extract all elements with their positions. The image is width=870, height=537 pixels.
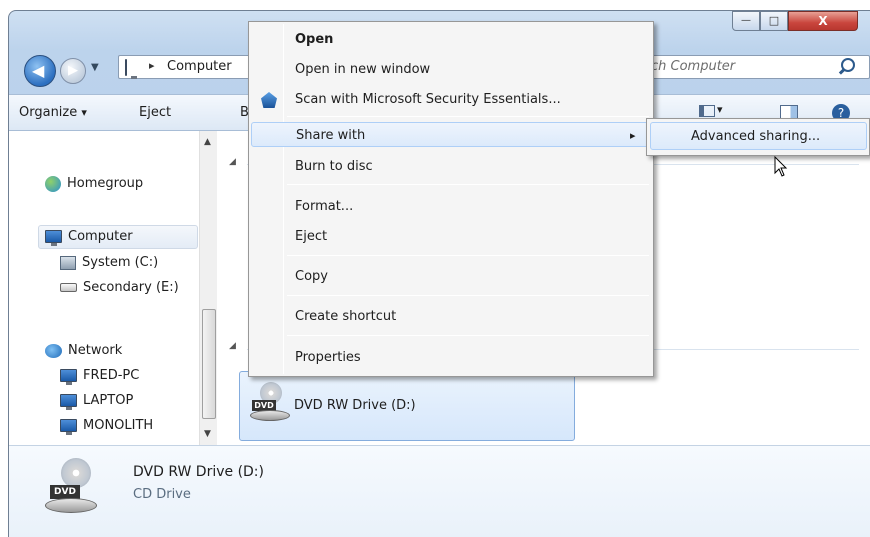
breadcrumb-computer[interactable]: Computer <box>167 59 232 74</box>
network-icon <box>45 343 62 358</box>
homegroup-icon <box>45 175 61 192</box>
view-options-icon[interactable] <box>699 105 715 117</box>
context-menu: Open Open in new window Scan with Micros… <box>248 21 654 377</box>
menu-item-label: Scan with Microsoft Security Essentials.… <box>295 92 561 107</box>
system-drive-icon <box>60 255 76 270</box>
menu-separator <box>287 255 649 256</box>
menu-item-advanced-sharing[interactable]: Advanced sharing... <box>650 122 867 150</box>
nav-label: Homegroup <box>67 176 144 191</box>
group-collapse-icon[interactable]: ◢ <box>229 157 236 167</box>
nav-item-secondary-e[interactable]: Secondary (E:) <box>60 277 179 299</box>
computer-icon <box>60 394 77 410</box>
drive-tile-dvd[interactable]: DVD DVD RW Drive (D:) <box>239 371 575 441</box>
computer-icon <box>125 59 127 76</box>
hard-drive-icon <box>60 283 77 292</box>
nav-item-computer[interactable]: Computer <box>45 226 133 248</box>
dvd-badge: DVD <box>50 485 80 499</box>
back-button[interactable]: ◀ <box>24 55 56 87</box>
nav-label: System (C:) <box>82 255 159 270</box>
forward-button[interactable]: ▶ <box>60 58 86 84</box>
computer-icon <box>60 419 77 435</box>
dvd-drive-icon: DVD <box>250 382 290 422</box>
menu-separator <box>287 184 649 185</box>
recent-pages-chevron-icon[interactable]: ▼ <box>91 61 103 75</box>
menu-item-copy[interactable]: Copy <box>251 264 651 289</box>
menu-item-format[interactable]: Format... <box>251 194 651 219</box>
menu-separator <box>287 116 649 117</box>
minimize-button[interactable]: — <box>732 11 760 31</box>
share-with-submenu: Advanced sharing... <box>646 118 870 156</box>
menu-item-open-new-window[interactable]: Open in new window <box>251 57 651 82</box>
details-type: CD Drive <box>133 487 191 502</box>
nav-item-network[interactable]: Network <box>45 340 122 362</box>
nav-item-laptop[interactable]: LAPTOP <box>60 390 133 412</box>
nav-label: Computer <box>68 229 133 244</box>
search-box[interactable]: ch Computer <box>620 55 870 79</box>
preview-pane-icon[interactable] <box>780 105 798 119</box>
nav-item-homegroup[interactable]: Homegroup <box>45 173 143 195</box>
nav-scrollbar[interactable]: ▲ ▼ <box>199 131 217 445</box>
computer-icon <box>60 369 77 385</box>
search-input[interactable]: ch Computer <box>651 59 735 74</box>
submenu-arrow-icon: ▸ <box>630 129 636 142</box>
drive-tile-label: DVD RW Drive (D:) <box>294 398 416 413</box>
mouse-cursor-icon <box>774 156 788 177</box>
menu-item-properties[interactable]: Properties <box>251 345 651 370</box>
navigation-pane: Homegroup Computer System (C:) Secondary… <box>9 131 217 445</box>
breadcrumb-separator-icon: ▸ <box>149 59 155 72</box>
nav-label: MONOLITH <box>83 418 154 433</box>
scrollbar-thumb[interactable] <box>202 309 216 419</box>
nav-item-monolith[interactable]: MONOLITH <box>60 415 153 437</box>
chevron-down-icon: ▾ <box>81 106 87 119</box>
back-arrow-icon: ◀ <box>32 61 45 80</box>
nav-label: FRED-PC <box>83 368 140 383</box>
security-essentials-icon <box>261 92 277 108</box>
organize-button[interactable]: Organize ▾ <box>19 105 87 120</box>
nav-label: Network <box>68 343 123 358</box>
forward-arrow-icon: ▶ <box>68 63 78 78</box>
nav-label: Secondary (E:) <box>83 280 179 295</box>
nav-label: LAPTOP <box>83 393 134 408</box>
scroll-down-icon[interactable]: ▼ <box>204 429 211 439</box>
details-pane: DVD DVD RW Drive (D:) CD Drive <box>9 445 870 537</box>
organize-label: Organize <box>19 105 78 120</box>
menu-item-open[interactable]: Open <box>251 27 651 52</box>
search-icon-handle <box>838 68 846 75</box>
nav-item-fred-pc[interactable]: FRED-PC <box>60 365 139 387</box>
menu-item-eject[interactable]: Eject <box>251 224 651 249</box>
menu-item-burn[interactable]: Burn to disc <box>251 154 651 179</box>
menu-separator <box>287 295 649 296</box>
view-options-chevron-icon[interactable]: ▾ <box>717 103 723 116</box>
menu-item-create-shortcut[interactable]: Create shortcut <box>251 304 651 329</box>
dvd-drive-icon: DVD <box>43 458 97 518</box>
close-button[interactable]: X <box>788 11 858 31</box>
menu-separator <box>287 335 649 336</box>
menu-item-scan[interactable]: Scan with Microsoft Security Essentials.… <box>251 87 651 112</box>
maximize-button[interactable]: □ <box>760 11 788 31</box>
computer-icon <box>45 230 62 246</box>
details-name: DVD RW Drive (D:) <box>133 464 264 480</box>
group-collapse-icon[interactable]: ◢ <box>229 341 236 351</box>
eject-button[interactable]: Eject <box>139 105 171 120</box>
menu-item-label: Share with <box>296 128 366 143</box>
nav-item-system-c[interactable]: System (C:) <box>60 252 158 274</box>
scroll-up-icon[interactable]: ▲ <box>204 137 211 147</box>
menu-item-share-with[interactable]: Share with ▸ <box>251 122 651 147</box>
